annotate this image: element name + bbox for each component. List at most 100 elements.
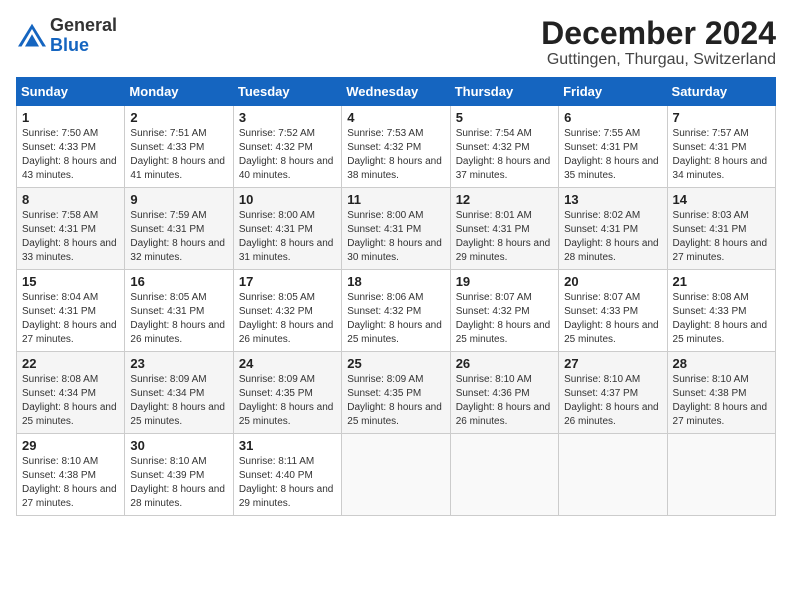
cell-info: Sunrise: 7:54 AMSunset: 4:32 PMDaylight:… (456, 127, 553, 183)
day-number: 4 (347, 110, 444, 125)
header-saturday: Saturday (667, 78, 775, 106)
day-number: 16 (130, 274, 227, 289)
calendar-cell (559, 434, 667, 516)
day-number: 24 (239, 356, 336, 371)
cell-info: Sunrise: 7:59 AMSunset: 4:31 PMDaylight:… (130, 209, 227, 265)
calendar-cell: 3 Sunrise: 7:52 AMSunset: 4:32 PMDaylight… (233, 106, 341, 188)
day-number: 14 (673, 192, 770, 207)
calendar-cell: 10Sunrise: 8:00 AMSunset: 4:31 PMDayligh… (233, 188, 341, 270)
header-monday: Monday (125, 78, 233, 106)
calendar-cell: 6Sunrise: 7:55 AMSunset: 4:31 PMDaylight… (559, 106, 667, 188)
logo-icon (16, 22, 48, 50)
calendar-cell: 21 Sunrise: 8:08 AMSunset: 4:33 PMDayligh… (667, 270, 775, 352)
cell-info: Sunrise: 8:00 AMSunset: 4:31 PMDaylight:… (239, 209, 336, 265)
calendar-cell: 16 Sunrise: 8:05 AMSunset: 4:31 PMDayligh… (125, 270, 233, 352)
calendar-cell: 9 Sunrise: 7:59 AMSunset: 4:31 PMDaylight… (125, 188, 233, 270)
calendar-cell: 7 Sunrise: 7:57 AMSunset: 4:31 PMDaylight… (667, 106, 775, 188)
day-number: 26 (456, 356, 553, 371)
logo: General Blue (16, 16, 117, 56)
day-number: 25 (347, 356, 444, 371)
cell-info: Sunrise: 7:57 AMSunset: 4:31 PMDaylight:… (673, 127, 770, 183)
day-number: 22 (22, 356, 119, 371)
cell-info: Sunrise: 8:05 AMSunset: 4:31 PMDaylight:… (130, 291, 227, 347)
cell-info: Sunrise: 8:00 AMSunset: 4:31 PMDaylight:… (347, 209, 444, 265)
cell-info: Sunrise: 7:50 AMSunset: 4:33 PMDaylight:… (22, 127, 119, 183)
calendar-subtitle: Guttingen, Thurgau, Switzerland (541, 51, 776, 69)
header-friday: Friday (559, 78, 667, 106)
day-number: 20 (564, 274, 661, 289)
calendar-cell: 30Sunrise: 8:10 AMSunset: 4:39 PMDayligh… (125, 434, 233, 516)
header-sunday: Sunday (17, 78, 125, 106)
cell-info: Sunrise: 8:08 AMSunset: 4:33 PMDaylight:… (673, 291, 770, 347)
calendar-cell: 8 Sunrise: 7:58 AMSunset: 4:31 PMDaylight… (17, 188, 125, 270)
calendar-cell: 26Sunrise: 8:10 AMSunset: 4:36 PMDayligh… (450, 352, 558, 434)
cell-info: Sunrise: 7:58 AMSunset: 4:31 PMDaylight:… (22, 209, 119, 265)
cell-info: Sunrise: 8:04 AMSunset: 4:31 PMDaylight:… (22, 291, 119, 347)
header-tuesday: Tuesday (233, 78, 341, 106)
cell-info: Sunrise: 8:07 AMSunset: 4:33 PMDaylight:… (564, 291, 661, 347)
calendar-cell (667, 434, 775, 516)
calendar-cell: 27Sunrise: 8:10 AMSunset: 4:37 PMDayligh… (559, 352, 667, 434)
cell-info: Sunrise: 7:55 AMSunset: 4:31 PMDaylight:… (564, 127, 661, 183)
day-number: 9 (130, 192, 227, 207)
cell-info: Sunrise: 7:53 AMSunset: 4:32 PMDaylight:… (347, 127, 444, 183)
calendar-cell: 24Sunrise: 8:09 AMSunset: 4:35 PMDayligh… (233, 352, 341, 434)
calendar-cell: 12 Sunrise: 8:01 AMSunset: 4:31 PMDayligh… (450, 188, 558, 270)
day-number: 29 (22, 438, 119, 453)
calendar-week-2: 8 Sunrise: 7:58 AMSunset: 4:31 PMDaylight… (17, 188, 776, 270)
cell-info: Sunrise: 8:11 AMSunset: 4:40 PMDaylight:… (239, 455, 336, 511)
day-number: 7 (673, 110, 770, 125)
header-wednesday: Wednesday (342, 78, 450, 106)
day-number: 28 (673, 356, 770, 371)
cell-info: Sunrise: 8:10 AMSunset: 4:38 PMDaylight:… (673, 373, 770, 429)
calendar-table: SundayMondayTuesdayWednesdayThursdayFrid… (16, 77, 776, 516)
day-number: 30 (130, 438, 227, 453)
day-number: 18 (347, 274, 444, 289)
day-number: 31 (239, 438, 336, 453)
calendar-cell: 2Sunrise: 7:51 AMSunset: 4:33 PMDaylight… (125, 106, 233, 188)
calendar-cell: 18 Sunrise: 8:06 AMSunset: 4:32 PMDayligh… (342, 270, 450, 352)
day-number: 2 (130, 110, 227, 125)
calendar-cell: 22 Sunrise: 8:08 AMSunset: 4:34 PMDayligh… (17, 352, 125, 434)
day-number: 3 (239, 110, 336, 125)
calendar-cell (342, 434, 450, 516)
day-number: 21 (673, 274, 770, 289)
cell-info: Sunrise: 8:02 AMSunset: 4:31 PMDaylight:… (564, 209, 661, 265)
day-number: 19 (456, 274, 553, 289)
cell-info: Sunrise: 8:10 AMSunset: 4:38 PMDaylight:… (22, 455, 119, 511)
cell-info: Sunrise: 8:09 AMSunset: 4:34 PMDaylight:… (130, 373, 227, 429)
cell-info: Sunrise: 8:03 AMSunset: 4:31 PMDaylight:… (673, 209, 770, 265)
calendar-cell: 1 Sunrise: 7:50 AMSunset: 4:33 PMDaylight… (17, 106, 125, 188)
cell-info: Sunrise: 8:09 AMSunset: 4:35 PMDaylight:… (347, 373, 444, 429)
cell-info: Sunrise: 8:01 AMSunset: 4:31 PMDaylight:… (456, 209, 553, 265)
page-header: General Blue December 2024 Guttingen, Th… (16, 16, 776, 69)
cell-info: Sunrise: 8:06 AMSunset: 4:32 PMDaylight:… (347, 291, 444, 347)
calendar-cell: 19 Sunrise: 8:07 AMSunset: 4:32 PMDayligh… (450, 270, 558, 352)
day-number: 5 (456, 110, 553, 125)
calendar-title: December 2024 (541, 16, 776, 51)
cell-info: Sunrise: 7:52 AMSunset: 4:32 PMDaylight:… (239, 127, 336, 183)
calendar-cell: 31 Sunrise: 8:11 AMSunset: 4:40 PMDayligh… (233, 434, 341, 516)
calendar-cell: 23 Sunrise: 8:09 AMSunset: 4:34 PMDayligh… (125, 352, 233, 434)
cell-info: Sunrise: 8:05 AMSunset: 4:32 PMDaylight:… (239, 291, 336, 347)
calendar-cell: 14 Sunrise: 8:03 AMSunset: 4:31 PMDayligh… (667, 188, 775, 270)
calendar-cell: 4 Sunrise: 7:53 AMSunset: 4:32 PMDaylight… (342, 106, 450, 188)
logo-text: General Blue (50, 16, 117, 56)
calendar-cell: 5 Sunrise: 7:54 AMSunset: 4:32 PMDaylight… (450, 106, 558, 188)
day-number: 27 (564, 356, 661, 371)
day-number: 12 (456, 192, 553, 207)
calendar-cell: 13Sunrise: 8:02 AMSunset: 4:31 PMDayligh… (559, 188, 667, 270)
calendar-cell: 11Sunrise: 8:00 AMSunset: 4:31 PMDayligh… (342, 188, 450, 270)
cell-info: Sunrise: 8:08 AMSunset: 4:34 PMDaylight:… (22, 373, 119, 429)
day-number: 23 (130, 356, 227, 371)
day-number: 1 (22, 110, 119, 125)
calendar-week-4: 22 Sunrise: 8:08 AMSunset: 4:34 PMDayligh… (17, 352, 776, 434)
calendar-cell: 20 Sunrise: 8:07 AMSunset: 4:33 PMDayligh… (559, 270, 667, 352)
cell-info: Sunrise: 8:07 AMSunset: 4:32 PMDaylight:… (456, 291, 553, 347)
calendar-cell: 25 Sunrise: 8:09 AMSunset: 4:35 PMDayligh… (342, 352, 450, 434)
calendar-cell (450, 434, 558, 516)
calendar-week-5: 29 Sunrise: 8:10 AMSunset: 4:38 PMDayligh… (17, 434, 776, 516)
calendar-cell: 17Sunrise: 8:05 AMSunset: 4:32 PMDayligh… (233, 270, 341, 352)
day-number: 8 (22, 192, 119, 207)
calendar-week-1: 1 Sunrise: 7:50 AMSunset: 4:33 PMDaylight… (17, 106, 776, 188)
